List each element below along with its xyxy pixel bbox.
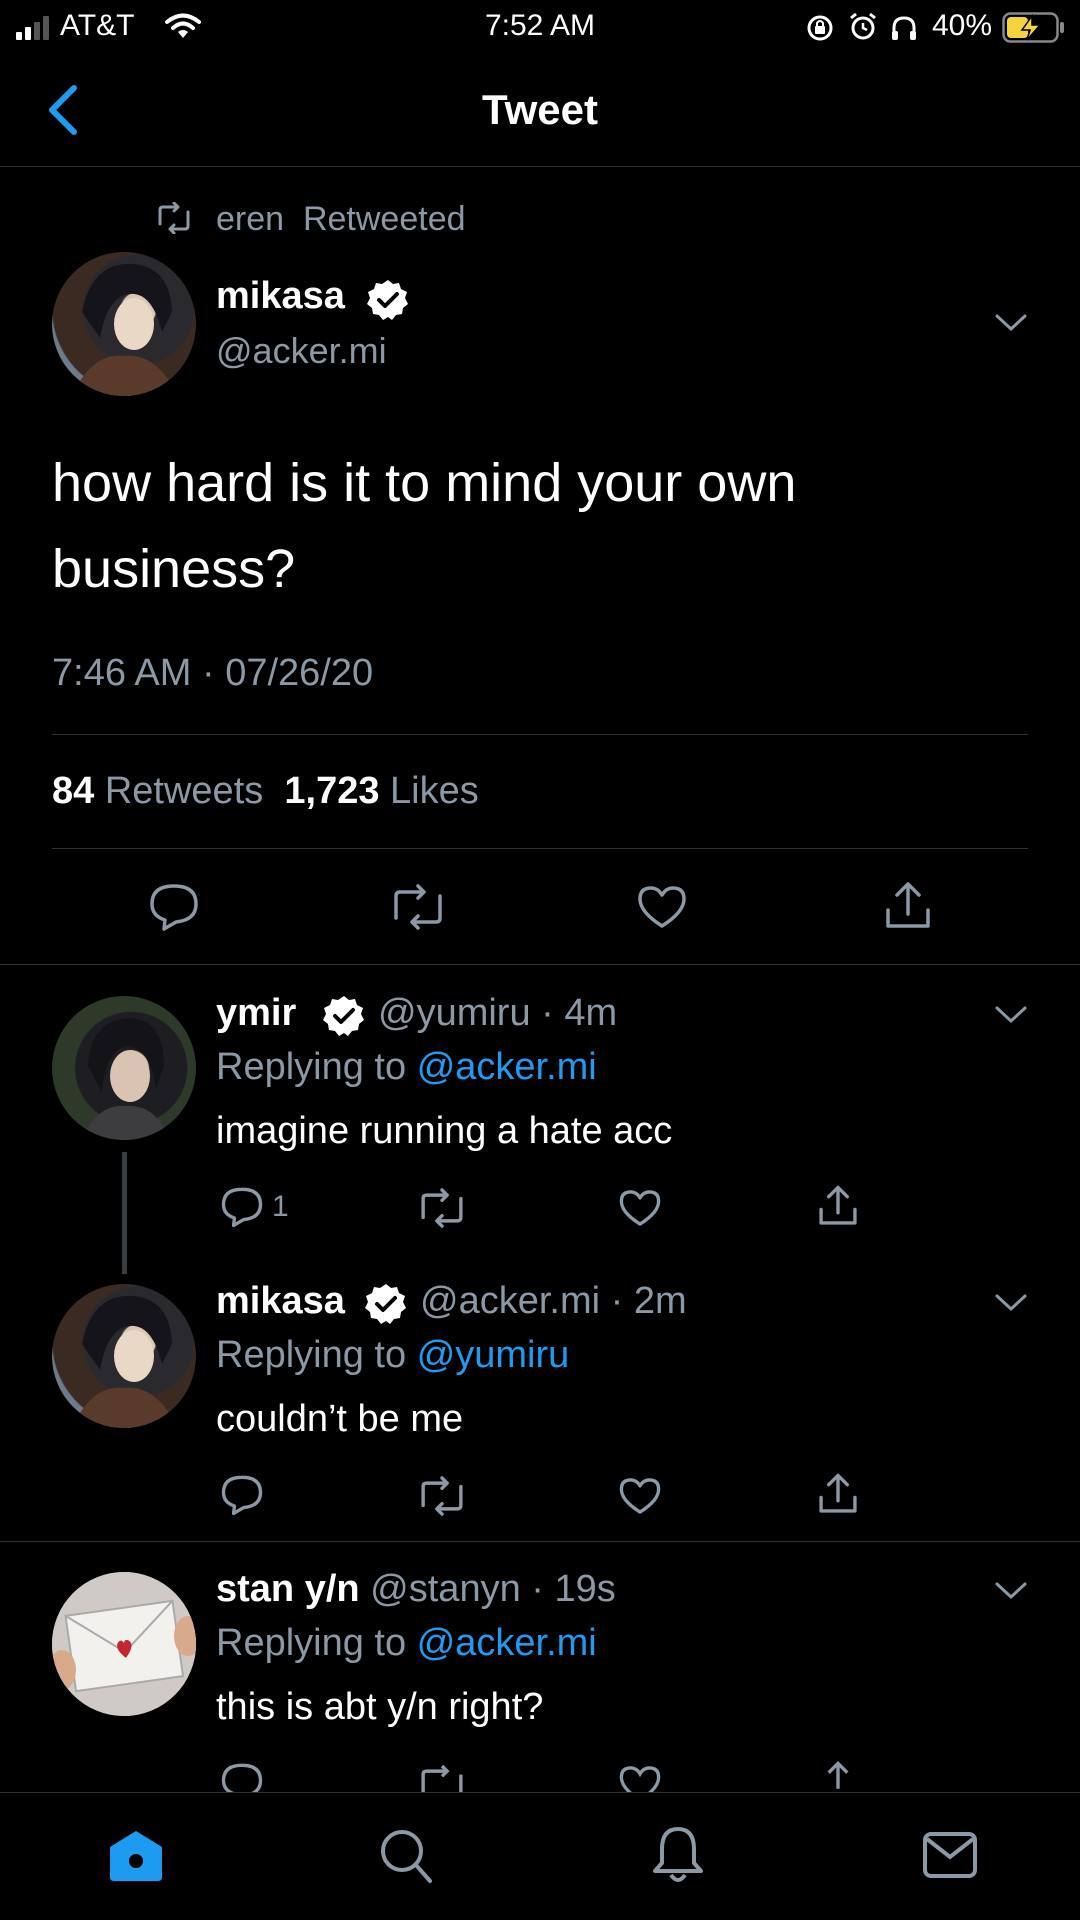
share-icon[interactable]: [816, 1472, 860, 1516]
verified-badge-icon: [365, 1284, 406, 1324]
envelope-heart-illustration: [52, 1572, 196, 1716]
battery-percentage: 40%: [932, 9, 993, 42]
battery-charging-icon: [1002, 12, 1064, 43]
avatar-mikasa[interactable]: [52, 1284, 196, 1428]
reply-icon[interactable]: [220, 1474, 264, 1516]
reply-author-name[interactable]: mikasa: [216, 1280, 345, 1322]
share-icon[interactable]: [882, 880, 934, 932]
tweet-text: how hard is it to mind your own business…: [52, 453, 797, 599]
avatar-ymir[interactable]: [52, 996, 196, 1140]
likes-label[interactable]: Likes: [390, 770, 479, 812]
stats-divider: [52, 848, 1028, 849]
status-bar: AT&T 7:52 AM 40%: [0, 0, 1080, 54]
reply-author-handle[interactable]: @yumiru: [378, 992, 531, 1034]
retweets-count[interactable]: 84: [52, 770, 94, 812]
avatar-ymir-illustration: [82, 1018, 170, 1140]
reply-time: 2m: [633, 1280, 687, 1322]
replying-to-label: Replying to: [216, 1622, 407, 1664]
tweet-timestamp: 7:46 AM · 07/26/20: [52, 652, 374, 694]
replying-to-line: Replying to @acker.mi: [216, 1046, 597, 1089]
like-heart-icon[interactable]: [618, 1476, 662, 1516]
messages-icon[interactable]: [922, 1831, 978, 1879]
reply-header: mikasa: [216, 1280, 345, 1323]
avatar-mikasa[interactable]: [52, 252, 196, 396]
reply-icon[interactable]: [148, 882, 200, 932]
replying-to-handle[interactable]: @acker.mi: [417, 1046, 597, 1088]
reply-action-bar-clipped: [0, 1760, 1080, 1792]
verified-badge-icon: [367, 280, 408, 320]
avatar-stanyn[interactable]: [52, 1572, 196, 1716]
likes-count[interactable]: 1,723: [284, 770, 379, 812]
retweet-action-icon[interactable]: [418, 1188, 466, 1228]
notifications-icon[interactable]: [650, 1823, 706, 1885]
bottom-tab-bar: [0, 1792, 1080, 1920]
reply-author-name[interactable]: ymir: [216, 992, 296, 1034]
retweeted-label: Retweeted: [302, 200, 466, 238]
like-heart-icon[interactable]: [636, 884, 688, 930]
replying-to-label: Replying to: [216, 1334, 407, 1376]
avatar-mikasa-illustration: [72, 1295, 178, 1428]
reply-author-name[interactable]: stan y/n: [216, 1568, 360, 1610]
replying-to-line: Replying to @acker.mi: [216, 1622, 597, 1665]
replying-to-handle[interactable]: @yumiru: [417, 1334, 570, 1376]
headphones-icon: [892, 16, 916, 40]
like-heart-icon[interactable]: [618, 1188, 662, 1228]
timestamp-divider: [52, 734, 1028, 735]
chevron-down-icon[interactable]: [994, 1292, 1028, 1314]
author-name-row[interactable]: mikasa: [216, 275, 345, 318]
reply-time: 19s: [554, 1568, 616, 1610]
orientation-lock-icon: [807, 15, 833, 41]
reply-header: stan y/n @stanyn · 19s: [216, 1568, 616, 1610]
reply-meta: @acker.mi · 2m: [420, 1280, 687, 1322]
chevron-down-icon[interactable]: [994, 1004, 1028, 1026]
status-time: 7:52 AM: [484, 9, 596, 42]
replying-to-line: Replying to @yumiru: [216, 1334, 569, 1377]
reply-icon[interactable]: [220, 1186, 264, 1228]
home-icon[interactable]: [106, 1827, 166, 1883]
retweet-context: eren Retweeted: [216, 200, 466, 239]
reply-text: couldn’t be me: [216, 1398, 464, 1440]
retweet-action-icon[interactable]: [390, 884, 446, 930]
author-name[interactable]: mikasa: [216, 275, 345, 317]
chevron-down-icon[interactable]: [994, 312, 1028, 334]
author-handle[interactable]: @acker.mi: [216, 330, 387, 372]
replying-to-label: Replying to: [216, 1046, 407, 1088]
reply-icon[interactable]: [220, 1762, 264, 1792]
retweet-icon: [158, 202, 190, 234]
reply-author-handle[interactable]: @stanyn: [370, 1568, 521, 1610]
avatar-mikasa-illustration: [72, 263, 178, 396]
tweet-stats: 84 Retweets 1,723 Likes: [52, 770, 479, 813]
page-title: Tweet: [482, 86, 598, 133]
reply-count: 1: [272, 1190, 289, 1223]
thread-connector-line: [122, 1152, 127, 1274]
share-icon[interactable]: [816, 1760, 860, 1792]
replying-to-handle[interactable]: @acker.mi: [417, 1622, 597, 1664]
reply-meta: @yumiru · 4m: [378, 992, 618, 1034]
reply-author-handle[interactable]: @acker.mi: [420, 1280, 600, 1322]
reply-header: ymir: [216, 992, 296, 1035]
reply-text: imagine running a hate acc: [216, 1110, 673, 1152]
retweet-action-icon[interactable]: [418, 1476, 466, 1516]
search-icon[interactable]: [378, 1827, 434, 1885]
chevron-down-icon[interactable]: [994, 1580, 1028, 1602]
retweets-label[interactable]: Retweets: [105, 770, 263, 812]
reply-text: this is abt y/n right?: [216, 1686, 544, 1728]
verified-badge-icon: [323, 996, 364, 1036]
reply-time: 4m: [564, 992, 618, 1034]
share-icon[interactable]: [816, 1184, 860, 1228]
retweeted-by-name: eren: [216, 200, 285, 238]
alarm-icon: [850, 12, 876, 40]
retweet-action-icon[interactable]: [418, 1764, 466, 1792]
like-heart-icon[interactable]: [618, 1764, 662, 1792]
